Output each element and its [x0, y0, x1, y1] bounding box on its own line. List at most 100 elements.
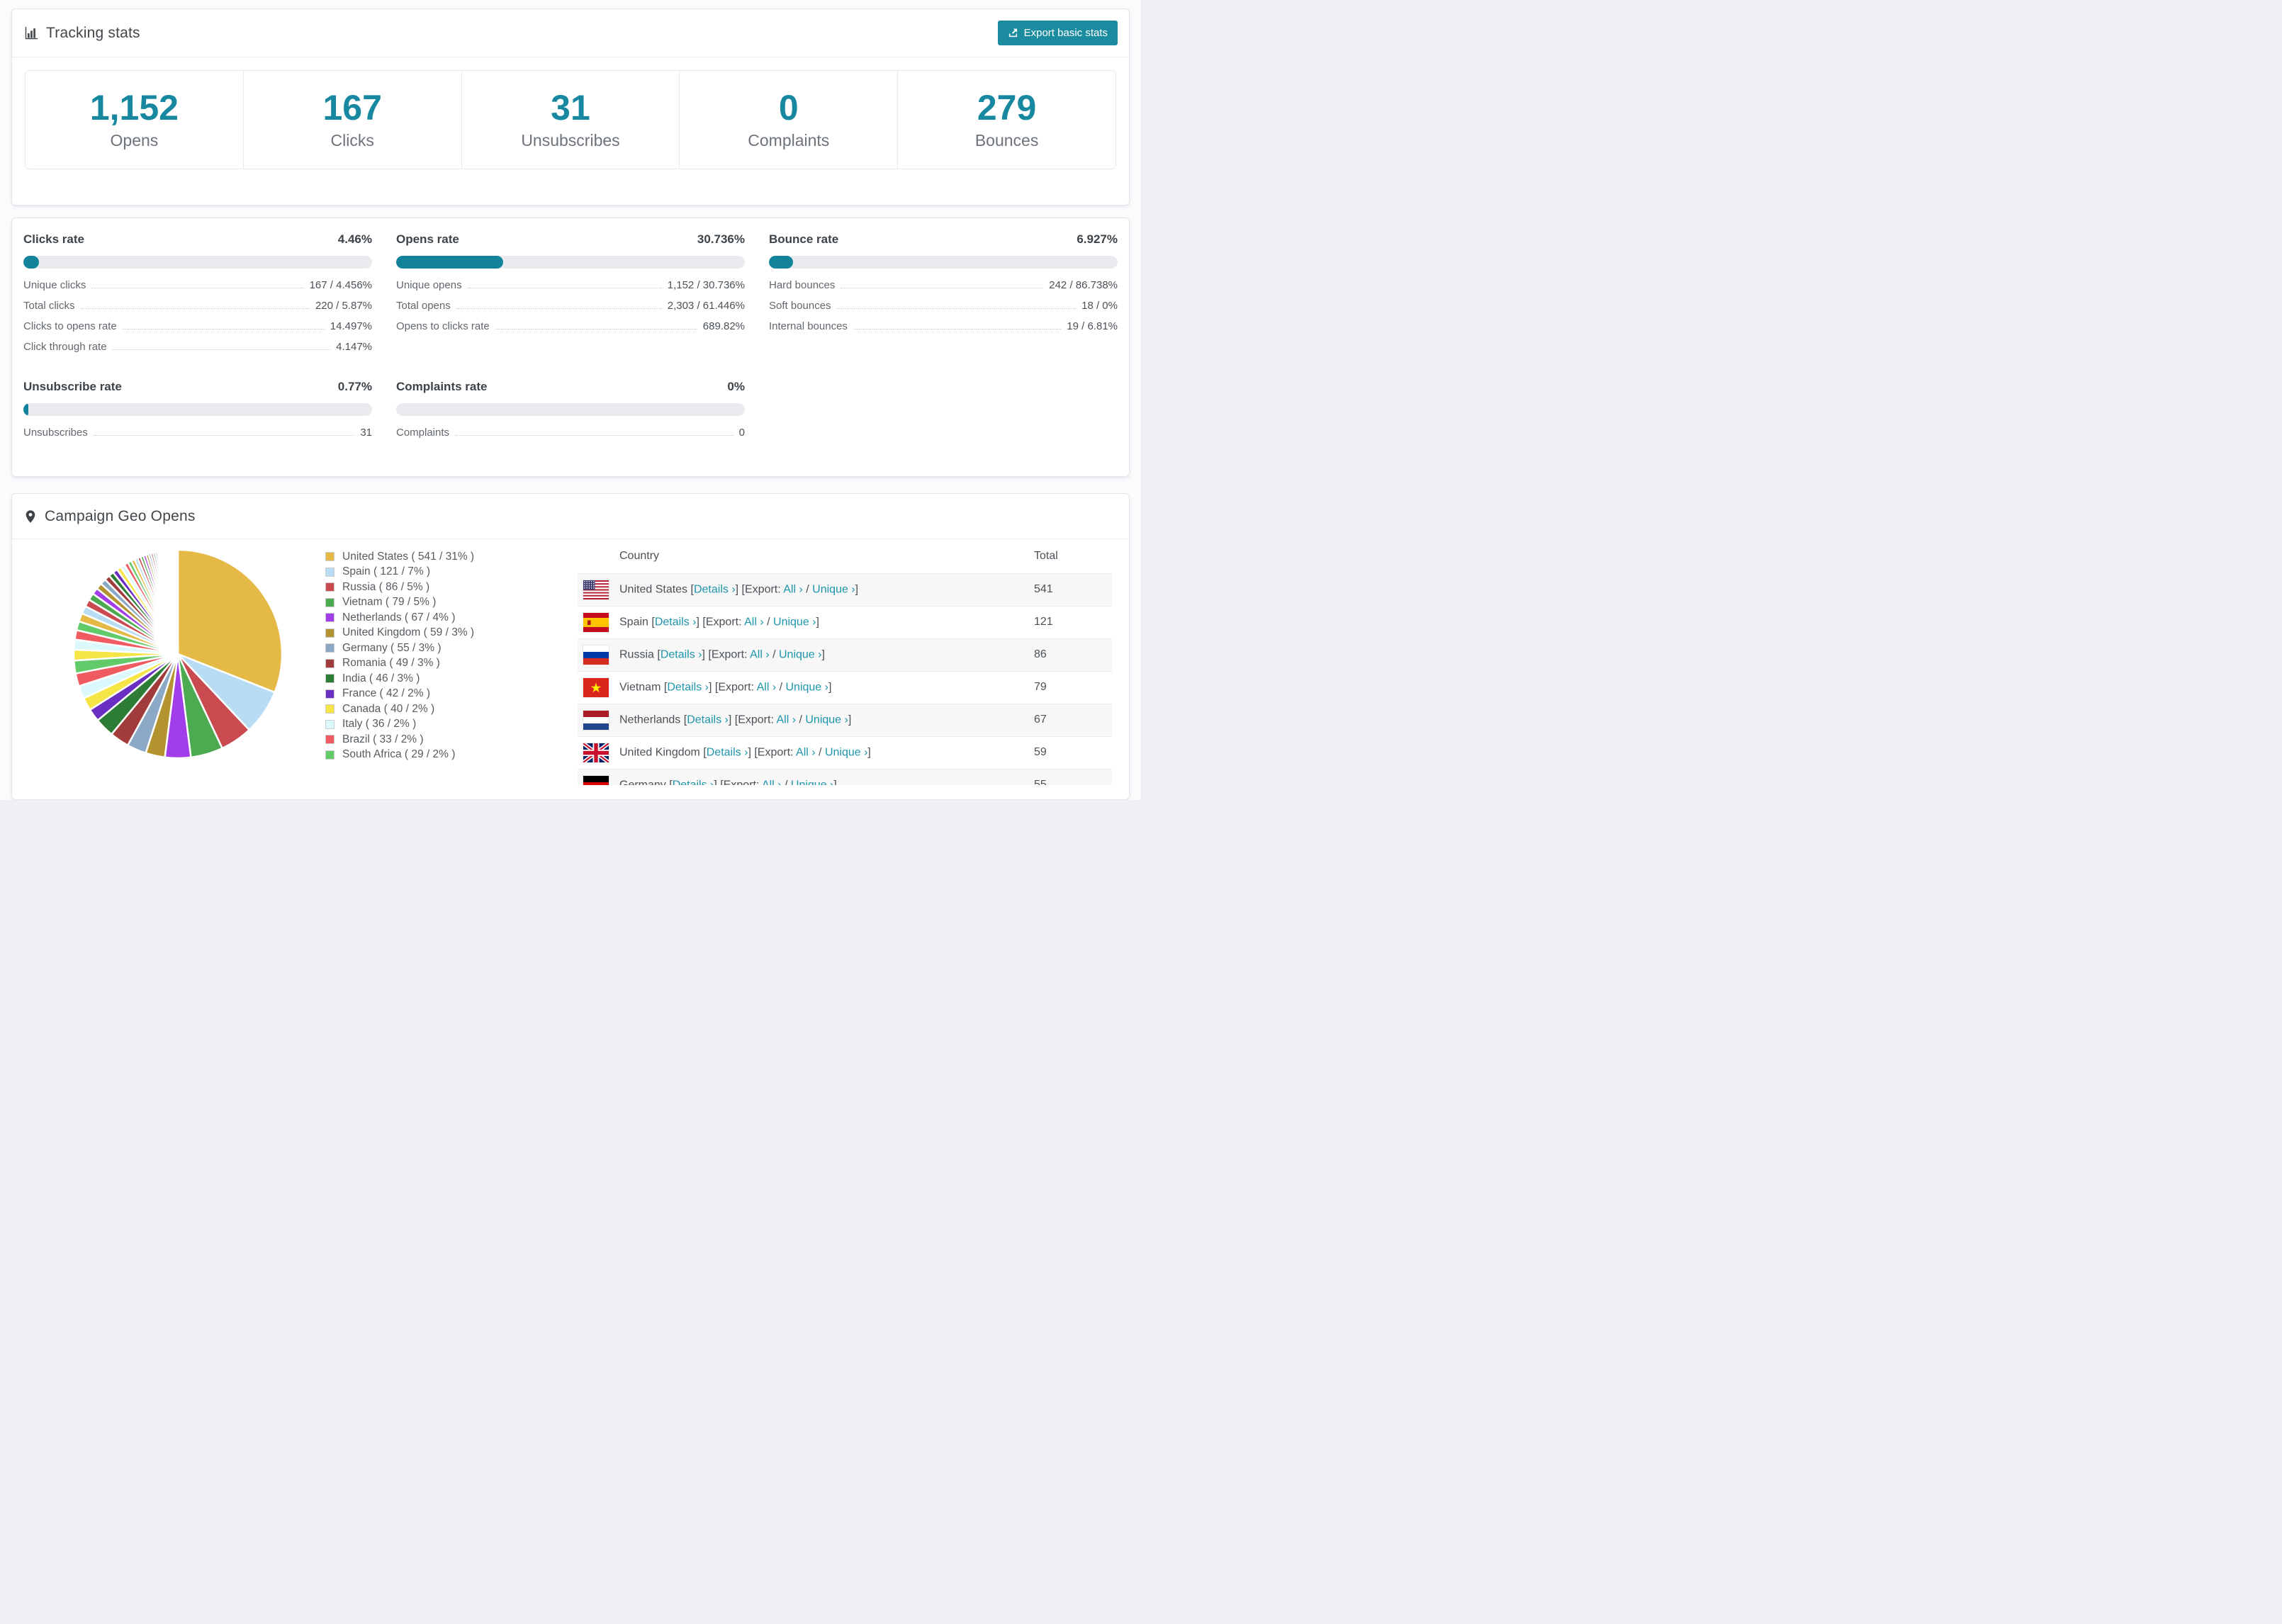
rate-detail-row: Unique clicks 167 / 4.456%	[23, 279, 372, 291]
rate-value: 0%	[727, 380, 745, 393]
rate-value: 6.927%	[1077, 232, 1118, 246]
export-basic-stats-button[interactable]: Export basic stats	[997, 21, 1118, 45]
export-unique-link[interactable]: Unique ›	[786, 681, 828, 693]
export-all-link[interactable]: All ›	[762, 779, 782, 785]
rate-block-clicks-rate: Clicks rate 4.46% Unique clicks 167 / 4.…	[23, 232, 372, 361]
export-button-label: Export basic stats	[1023, 27, 1108, 39]
legend-swatch	[325, 735, 335, 745]
rate-detail-row: Hard bounces 242 / 86.738%	[769, 279, 1118, 291]
rate-detail-row: Click through rate 4.147%	[23, 341, 372, 353]
rate-detail-row: Complaints 0	[396, 427, 745, 439]
stat-label: Opens	[110, 130, 159, 150]
legend-swatch	[325, 689, 335, 699]
legend-swatch	[325, 658, 335, 668]
legend-label: Romania ( 49 / 3% )	[342, 657, 440, 670]
export-all-link[interactable]: All ›	[796, 746, 816, 758]
stat-label: Complaints	[748, 130, 830, 150]
rate-title: Unsubscribe rate	[23, 380, 122, 393]
legend-label: United States ( 541 / 31% )	[342, 550, 475, 563]
progress-bar	[769, 256, 1118, 269]
country-name: Russia	[619, 648, 654, 661]
campaign-geo-opens-header: Campaign Geo Opens	[12, 494, 1129, 539]
country-flag-es	[583, 612, 609, 632]
details-link[interactable]: Details ›	[687, 714, 729, 726]
page-content: Tracking stats Export basic stats 1,152 …	[0, 0, 1141, 800]
rate-block-bounce-rate: Bounce rate 6.927% Hard bounces 242 / 86…	[769, 232, 1118, 361]
country-name: United Kingdom	[619, 746, 700, 759]
stat-cell-bounces: 279 Bounces	[898, 71, 1115, 169]
legend-item: United States ( 541 / 31% )	[325, 549, 545, 565]
geo-title: Campaign Geo Opens	[45, 507, 196, 524]
legend-label: Italy ( 36 / 2% )	[342, 718, 417, 731]
country-name: Germany	[619, 779, 666, 785]
progress-fill	[769, 256, 794, 269]
stat-label: Bounces	[974, 130, 1039, 150]
stats-summary: 1,152 Opens 167 Clicks 31 Unsubscribes 0 Co…	[25, 70, 1116, 169]
tracking-stats-card: Tracking stats Export basic stats 1,152 …	[11, 9, 1130, 205]
stat-label: Unsubscribes	[521, 130, 620, 150]
rate-detail-row: Soft bounces 18 / 0%	[769, 300, 1118, 312]
legend-item: Spain ( 121 / 7% )	[325, 565, 545, 580]
legend-label: Netherlands ( 67 / 4% )	[342, 611, 456, 624]
export-unique-link[interactable]: Unique ›	[825, 746, 867, 758]
rate-block-unsubscribe-rate: Unsubscribe rate 0.77% Unsubscribes 31	[23, 380, 372, 447]
details-link[interactable]: Details ›	[667, 681, 709, 693]
legend-item: Netherlands ( 67 / 4% )	[325, 610, 545, 626]
export-all-link[interactable]: All ›	[783, 583, 803, 595]
map-pin-icon	[23, 509, 38, 524]
export-all-link[interactable]: All ›	[744, 616, 764, 628]
stat-cell-unsubscribes: 31 Unsubscribes	[462, 71, 680, 169]
legend-item: Canada ( 40 / 2% )	[325, 701, 545, 717]
export-unique-link[interactable]: Unique ›	[779, 648, 821, 660]
country-total: 121	[1034, 616, 1053, 628]
legend-label: India ( 46 / 3% )	[342, 672, 420, 684]
country-total: 55	[1034, 779, 1047, 785]
rate-detail-row: Opens to clicks rate 689.82%	[396, 320, 745, 332]
details-link[interactable]: Details ›	[661, 648, 702, 660]
legend-item: Italy ( 36 / 2% )	[325, 717, 545, 733]
geo-legend: United States ( 541 / 31% ) Spain ( 121 …	[325, 549, 545, 762]
details-link[interactable]: Details ›	[707, 746, 748, 758]
legend-label: Brazil ( 33 / 2% )	[342, 733, 424, 745]
details-link[interactable]: Details ›	[655, 616, 697, 628]
legend-label: South Africa ( 29 / 2% )	[342, 748, 456, 761]
country-flag-ru	[583, 645, 609, 665]
rate-detail-row: Total clicks 220 / 5.87%	[23, 300, 372, 312]
geo-content: United States ( 541 / 31% ) Spain ( 121 …	[12, 539, 1129, 785]
legend-item: South Africa ( 29 / 2% )	[325, 748, 545, 763]
progress-bar	[396, 403, 745, 416]
total-column-header: Total	[1034, 549, 1058, 562]
export-unique-link[interactable]: Unique ›	[805, 714, 848, 726]
legend-item: France ( 42 / 2% )	[325, 687, 545, 702]
export-all-link[interactable]: All ›	[750, 648, 770, 660]
legend-swatch	[325, 613, 335, 623]
details-link[interactable]: Details ›	[673, 779, 714, 785]
legend-item: Vietnam ( 79 / 5% )	[325, 595, 545, 611]
geo-pie-chart	[72, 548, 284, 760]
export-all-link[interactable]: All ›	[776, 714, 796, 726]
rate-block-complaints-rate: Complaints rate 0% Complaints 0	[396, 380, 745, 447]
legend-swatch	[325, 628, 335, 638]
export-unique-link[interactable]: Unique ›	[791, 779, 833, 785]
legend-swatch	[325, 704, 335, 714]
export-unique-link[interactable]: Unique ›	[773, 616, 816, 628]
rates-card: Clicks rate 4.46% Unique clicks 167 / 4.…	[11, 218, 1130, 477]
country-flag-nl	[583, 710, 609, 730]
table-row-ru: Russia [Details ›] [Export: All › / Uniq…	[578, 638, 1112, 671]
stat-value: 0	[778, 88, 799, 128]
geo-table: Country Total United States [Details ›] …	[578, 539, 1112, 785]
details-link[interactable]: Details ›	[694, 583, 736, 595]
export-all-link[interactable]: All ›	[757, 681, 777, 693]
country-total: 541	[1034, 583, 1053, 595]
stat-value: 167	[322, 88, 382, 128]
legend-swatch	[325, 719, 335, 729]
export-unique-link[interactable]: Unique ›	[812, 583, 855, 595]
legend-label: United Kingdom ( 59 / 3% )	[342, 626, 475, 639]
table-row-us: United States [Details ›] [Export: All ›…	[578, 573, 1112, 606]
stat-value: 279	[977, 88, 1037, 128]
rate-value: 4.46%	[337, 232, 372, 246]
country-total: 86	[1034, 648, 1047, 660]
rate-value: 0.77%	[337, 380, 372, 393]
progress-bar	[23, 403, 372, 416]
pie-slice	[176, 548, 179, 655]
